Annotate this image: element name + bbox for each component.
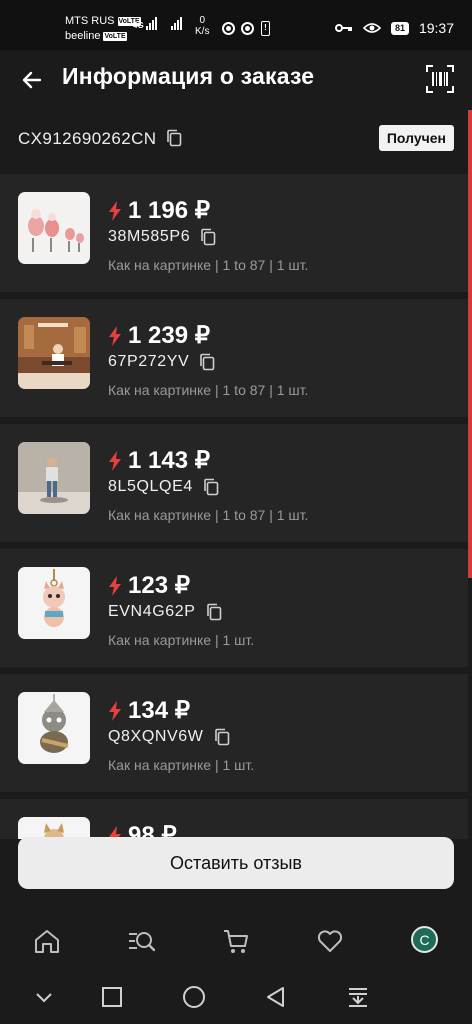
item-price: 1 239 ₽ bbox=[128, 322, 210, 349]
network-type: 4G bbox=[133, 21, 144, 30]
bottom-nav bbox=[0, 905, 472, 975]
home-circle-icon[interactable] bbox=[182, 985, 206, 1009]
back-arrow-icon[interactable] bbox=[20, 68, 44, 92]
chevron-down-icon[interactable] bbox=[32, 985, 56, 1009]
app-header: Информация о заказе bbox=[0, 50, 472, 110]
sku-row: 67P272YV bbox=[108, 353, 215, 371]
item-sku: EVN4G62P bbox=[108, 603, 196, 620]
copy-icon[interactable] bbox=[214, 728, 230, 746]
item-variant: Как на картинке | 1 to 87 | 1 шт. bbox=[108, 507, 309, 523]
item-sku: Q8XQNV6W bbox=[108, 728, 204, 745]
list-item[interactable]: 98 ₽ bbox=[0, 799, 468, 839]
system-nav-bar bbox=[0, 975, 472, 1024]
sync-icon bbox=[222, 22, 235, 35]
tracking-number: CX912690262CN bbox=[18, 129, 157, 148]
item-sku: 38M585P6 bbox=[108, 228, 191, 245]
copy-icon[interactable] bbox=[206, 603, 222, 621]
list-item[interactable]: 134 ₽ Q8XQNV6W Как на картинке | 1 шт. bbox=[0, 674, 468, 792]
lightning-icon bbox=[109, 450, 121, 471]
carrier-1: MTS RUS bbox=[65, 15, 115, 27]
sku-row: 8L5QLQE4 bbox=[108, 478, 219, 496]
signal-icon bbox=[170, 16, 182, 30]
network-speed: 0 K/s bbox=[195, 15, 210, 37]
item-sku: 8L5QLQE4 bbox=[108, 478, 193, 495]
volte-badge: VoLTE bbox=[103, 32, 127, 41]
recent-apps-icon[interactable] bbox=[100, 985, 124, 1009]
key-icon bbox=[334, 24, 352, 32]
clock: 19:37 bbox=[418, 20, 454, 36]
list-item[interactable]: 123 ₽ EVN4G62P Как на картинке | 1 шт. bbox=[0, 549, 468, 667]
home-icon[interactable] bbox=[33, 927, 61, 955]
catalog-search-icon[interactable] bbox=[127, 927, 155, 955]
cart-icon[interactable] bbox=[222, 927, 250, 955]
price-row: 1 143 ₽ bbox=[108, 446, 210, 475]
alert-icon: ! bbox=[261, 21, 270, 36]
price-row: 1 196 ₽ bbox=[108, 196, 210, 225]
price-row: 134 ₽ bbox=[108, 696, 190, 725]
notification-shade-icon[interactable] bbox=[346, 985, 370, 1009]
lightning-icon bbox=[109, 325, 121, 346]
carrier-info: MTS RUS VoLTE beeline VoLTE bbox=[65, 14, 141, 44]
back-triangle-icon[interactable] bbox=[264, 985, 288, 1009]
sku-row: Q8XQNV6W bbox=[108, 728, 230, 746]
item-variant: Как на картинке | 1 шт. bbox=[108, 632, 255, 648]
sku-row: EVN4G62P bbox=[108, 603, 222, 621]
product-image bbox=[18, 692, 90, 764]
item-variant: Как на картинке | 1 шт. bbox=[108, 757, 255, 773]
favorites-icon[interactable] bbox=[316, 927, 344, 955]
list-item[interactable]: 1 239 ₽ 67P272YV Как на картинке | 1 to … bbox=[0, 299, 468, 417]
item-sku: 67P272YV bbox=[108, 353, 190, 370]
item-variant: Как на картинке | 1 to 87 | 1 шт. bbox=[108, 382, 309, 398]
copy-icon[interactable] bbox=[166, 129, 182, 147]
product-image bbox=[18, 567, 90, 639]
scrollbar[interactable] bbox=[468, 110, 472, 578]
product-image bbox=[18, 817, 90, 839]
product-image bbox=[18, 442, 90, 514]
copy-icon[interactable] bbox=[203, 478, 219, 496]
eye-icon bbox=[362, 23, 381, 33]
signal-icon bbox=[145, 16, 157, 30]
status-badge: Получен bbox=[378, 125, 454, 151]
status-bar: MTS RUS VoLTE beeline VoLTE 4G 0 K/s ! 81 … bbox=[0, 0, 472, 50]
item-price: 1 196 ₽ bbox=[128, 197, 210, 224]
battery-icon: 81 bbox=[390, 21, 409, 35]
sync-icon bbox=[241, 22, 254, 35]
lightning-icon bbox=[109, 575, 121, 596]
product-image bbox=[18, 317, 90, 389]
lightning-icon bbox=[109, 200, 121, 221]
list-item[interactable]: 1 143 ₽ 8L5QLQE4 Как на картинке | 1 to … bbox=[0, 424, 468, 542]
lightning-icon bbox=[109, 700, 121, 721]
item-price: 134 ₽ bbox=[128, 697, 190, 724]
sku-row: 38M585P6 bbox=[108, 228, 216, 246]
carrier-2: beeline bbox=[65, 30, 101, 42]
copy-icon[interactable] bbox=[199, 353, 215, 371]
signal-indicators: 4G bbox=[133, 16, 182, 30]
leave-review-button[interactable]: Оставить отзыв bbox=[18, 837, 454, 889]
copy-icon[interactable] bbox=[200, 228, 216, 246]
list-item[interactable]: 1 196 ₽ 38M585P6 Как на картинке | 1 to … bbox=[0, 174, 468, 292]
price-row: 123 ₽ bbox=[108, 571, 190, 600]
barcode-icon[interactable] bbox=[426, 65, 454, 93]
item-price: 1 143 ₽ bbox=[128, 447, 210, 474]
profile-avatar[interactable]: С bbox=[411, 926, 438, 953]
product-image bbox=[18, 192, 90, 264]
item-price: 123 ₽ bbox=[128, 572, 190, 599]
tracking-row: CX912690262CN Получен bbox=[0, 112, 472, 164]
price-row: 1 239 ₽ bbox=[108, 321, 210, 350]
item-variant: Как на картинке | 1 to 87 | 1 шт. bbox=[108, 257, 309, 273]
page-title: Информация о заказе bbox=[62, 63, 315, 89]
